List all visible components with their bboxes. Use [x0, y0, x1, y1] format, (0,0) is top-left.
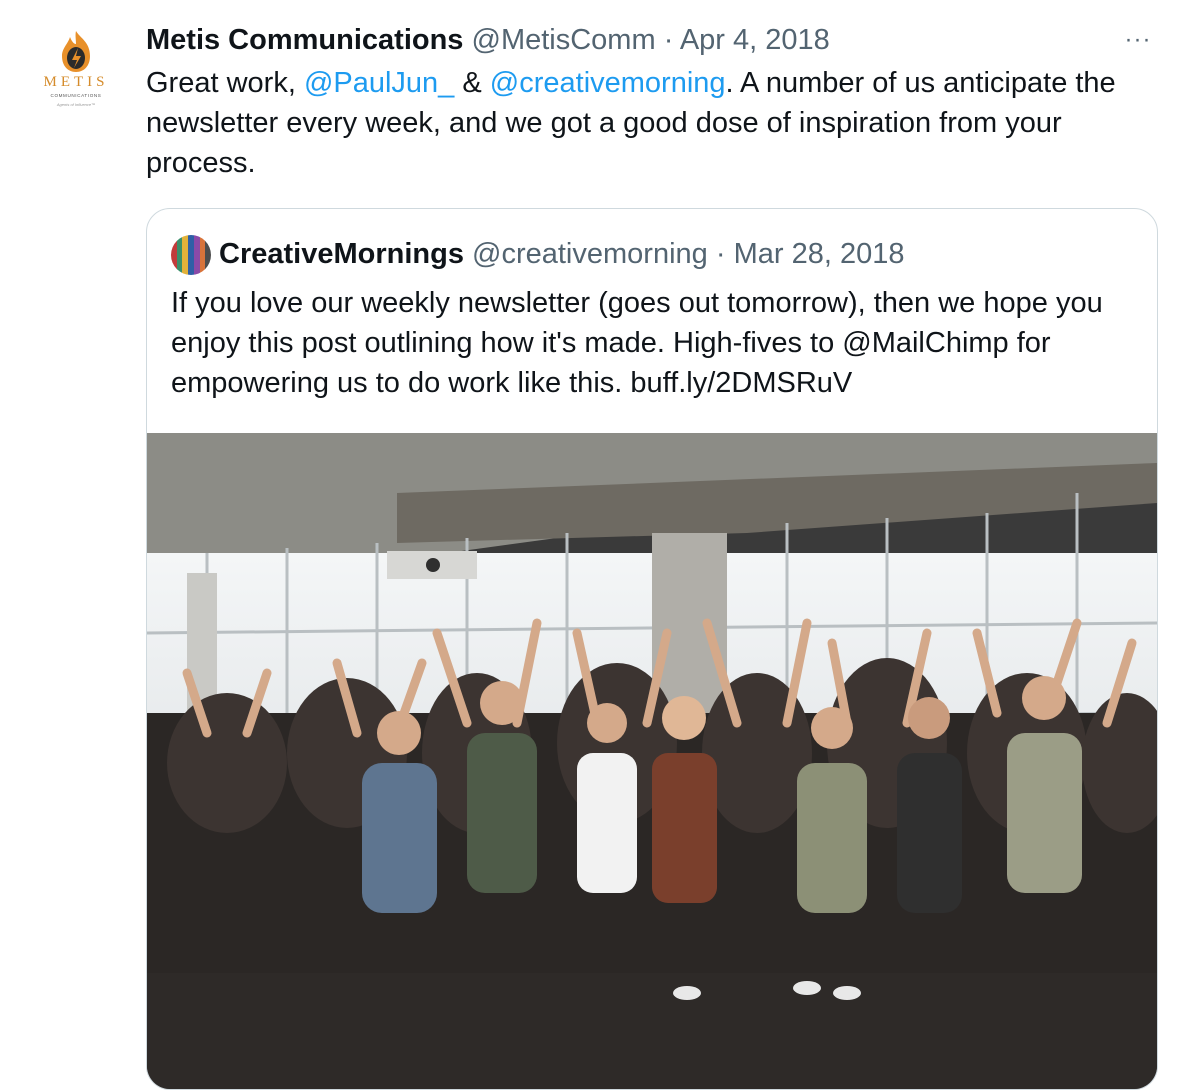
quoted-separator: · — [715, 238, 726, 270]
author-handle[interactable]: @MetisComm — [472, 24, 656, 56]
tweet-text-middle: & — [454, 67, 490, 99]
header-separator: · — [663, 24, 674, 56]
mention-creativemorning[interactable]: @creativemorning — [490, 67, 726, 99]
tweet-date[interactable]: Apr 4, 2018 — [680, 24, 830, 56]
photo-crowd-raising-hands-icon[interactable] — [147, 433, 1157, 1090]
quoted-header: CreativeMornings @creativemorning · Mar … — [219, 233, 904, 275]
tweet[interactable]: METIS COMMUNICATIONS Agents of Influence… — [0, 0, 1188, 1090]
avatar-tagline: Agents of Influence™ — [56, 102, 96, 107]
avatar-sub: COMMUNICATIONS — [50, 93, 102, 98]
avatar-brand: METIS — [43, 74, 109, 90]
quoted-tweet[interactable]: CreativeMornings @creativemorning · Mar … — [146, 208, 1158, 1090]
tweet-text-prefix: Great work, — [146, 67, 304, 99]
quoted-date[interactable]: Mar 28, 2018 — [734, 238, 905, 270]
quoted-handle[interactable]: @creativemorning — [472, 238, 708, 270]
more-options-icon[interactable]: ··· — [1120, 26, 1156, 54]
quoted-text: If you love our weekly newsletter (goes … — [171, 287, 1103, 399]
mention-pauljun[interactable]: @PaulJun_ — [304, 67, 454, 99]
tweet-header: Metis Communications @MetisComm · Apr 4,… — [146, 20, 830, 60]
avatar-stripe — [205, 235, 211, 275]
quoted-avatar[interactable] — [171, 235, 211, 275]
author-display-name[interactable]: Metis Communications — [146, 24, 463, 56]
author-avatar[interactable]: METIS COMMUNICATIONS Agents of Influence… — [26, 22, 126, 122]
quoted-display-name[interactable]: CreativeMornings — [219, 238, 464, 270]
tweet-text: Great work, @PaulJun_ & @creativemorning… — [146, 63, 1166, 183]
flame-logo-icon — [62, 31, 90, 72]
